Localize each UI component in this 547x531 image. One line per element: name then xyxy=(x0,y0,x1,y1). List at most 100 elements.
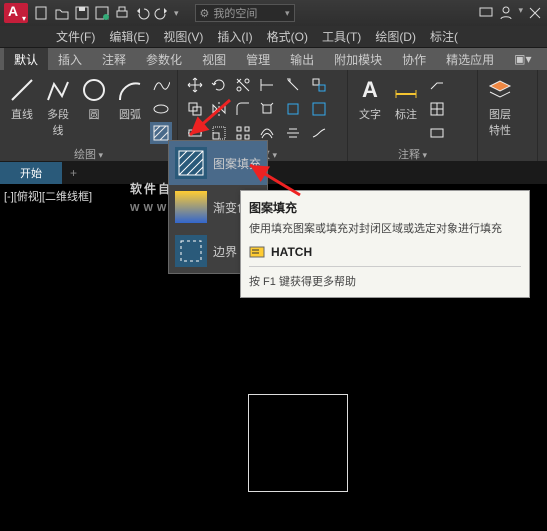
trim-icon[interactable] xyxy=(232,74,254,96)
measure-icon[interactable] xyxy=(308,122,330,144)
tab-default[interactable]: 默认 xyxy=(4,48,48,71)
menu-insert[interactable]: 插入(I) xyxy=(211,26,258,47)
command-icon xyxy=(249,244,265,260)
text-label: 文字 xyxy=(359,106,381,122)
dropdown-hatch[interactable]: 图案填充 xyxy=(169,141,267,185)
menu-dimension[interactable]: 标注( xyxy=(424,26,464,47)
tab-parametric[interactable]: 参数化 xyxy=(136,48,192,71)
tab-view[interactable]: 视图 xyxy=(192,48,236,71)
menu-format[interactable]: 格式(O) xyxy=(261,26,314,47)
ellipse-icon[interactable] xyxy=(150,98,172,120)
tooltip-help: 按 F1 键获得更多帮助 xyxy=(249,273,521,289)
line-button[interactable]: 直线 xyxy=(6,74,38,124)
arc-label: 圆弧 xyxy=(119,106,141,122)
search-box[interactable]: ⚙ 我的空间 ▾ xyxy=(195,4,295,22)
polyline-button[interactable]: 多段线 xyxy=(42,74,74,140)
new-icon[interactable] xyxy=(34,5,50,21)
ribbon-tabs: 默认 插入 注释 参数化 视图 管理 输出 附加模块 协作 精选应用 ▣▾ xyxy=(0,48,547,70)
panel-draw-label[interactable]: 绘图 xyxy=(6,144,171,164)
circle-button[interactable]: 圆 xyxy=(78,74,110,124)
panel-annotation: A 文字 标注 注释 xyxy=(348,70,478,161)
extend-icon[interactable] xyxy=(256,74,278,96)
view-label[interactable]: [-][俯视][二维线框] xyxy=(4,188,92,204)
redo-icon[interactable] xyxy=(154,5,170,21)
panel-layers: 图层 特性 xyxy=(478,70,538,161)
tooltip-command-name: HATCH xyxy=(271,245,312,259)
move-icon[interactable] xyxy=(184,74,206,96)
menu-draw[interactable]: 绘图(D) xyxy=(369,26,422,47)
tab-more-icon[interactable]: ▣▾ xyxy=(504,49,541,69)
leader-icon[interactable] xyxy=(426,74,448,96)
dropdown-boundary-label: 边界 xyxy=(213,243,237,260)
tooltip: 图案填充 使用填充图案或填充对封闭区域或选定对象进行填充 HATCH 按 F1 … xyxy=(240,190,530,298)
panel-draw: 直线 多段线 圆 圆弧 绘图 xyxy=(0,70,178,161)
tab-manage[interactable]: 管理 xyxy=(236,48,280,71)
copy-icon[interactable] xyxy=(184,98,206,120)
tab-addins[interactable]: 附加模块 xyxy=(324,48,392,71)
layers-label: 图层 特性 xyxy=(489,106,511,138)
print-icon[interactable] xyxy=(114,5,130,21)
tab-output[interactable]: 输出 xyxy=(280,48,324,71)
menu-tools[interactable]: 工具(T) xyxy=(316,26,367,47)
modify-grid xyxy=(184,74,278,144)
layer-properties-button[interactable]: 图层 特性 xyxy=(484,74,516,140)
polyline-label: 多段线 xyxy=(44,106,72,138)
text-button[interactable]: A 文字 xyxy=(354,74,386,124)
line-label: 直线 xyxy=(11,106,33,122)
save-icon[interactable] xyxy=(74,5,90,21)
tab-featured[interactable]: 精选应用 xyxy=(436,48,504,71)
document-tabs: 开始 + xyxy=(0,162,547,184)
tab-collaborate[interactable]: 协作 xyxy=(392,48,436,71)
hatch-pattern-icon xyxy=(175,147,207,179)
saveas-icon[interactable] xyxy=(94,5,110,21)
dimension-button[interactable]: 标注 xyxy=(390,74,422,124)
chevron-down-icon: ▾ xyxy=(285,8,290,19)
table-icon[interactable] xyxy=(426,98,448,120)
tooltip-description: 使用填充图案或填充对封闭区域或选定对象进行填充 xyxy=(249,220,521,236)
cloud-icon[interactable] xyxy=(426,122,448,144)
polyline-icon xyxy=(44,76,72,104)
circle-label: 圆 xyxy=(89,106,100,122)
menu-edit[interactable]: 编辑(E) xyxy=(103,26,155,47)
arc-icon xyxy=(116,76,144,104)
signin-icon[interactable] xyxy=(498,5,514,21)
title-bar: ▾ ▾ ⚙ 我的空间 ▾ ▾ xyxy=(0,0,547,26)
app-logo[interactable]: ▾ xyxy=(4,3,28,23)
chevron-down-icon[interactable]: ▾ xyxy=(518,5,523,21)
join-icon[interactable] xyxy=(308,74,330,96)
quick-access-toolbar: ▾ xyxy=(34,5,179,21)
tab-insert[interactable]: 插入 xyxy=(48,48,92,71)
open-icon[interactable] xyxy=(54,5,70,21)
circle-icon xyxy=(80,76,108,104)
erase-icon[interactable] xyxy=(282,74,304,96)
dropdown-hatch-label: 图案填充 xyxy=(213,155,261,172)
menu-file[interactable]: 文件(F) xyxy=(50,26,101,47)
tooltip-command: HATCH xyxy=(249,244,521,260)
start-tab[interactable]: 开始 xyxy=(0,162,62,184)
rotate-icon[interactable] xyxy=(208,74,230,96)
titlebar-right: ▾ xyxy=(478,5,543,21)
explode-icon[interactable] xyxy=(256,98,278,120)
mirror-icon[interactable] xyxy=(208,98,230,120)
boundary-icon xyxy=(175,235,207,267)
line-icon xyxy=(8,76,36,104)
gear-icon: ⚙ xyxy=(200,7,210,20)
drawn-rectangle[interactable] xyxy=(248,394,348,492)
dimension-label: 标注 xyxy=(395,106,417,122)
menu-view[interactable]: 视图(V) xyxy=(157,26,209,47)
align-icon[interactable] xyxy=(282,122,304,144)
undo-icon[interactable] xyxy=(134,5,150,21)
text-icon: A xyxy=(356,76,384,104)
arc-button[interactable]: 圆弧 xyxy=(114,74,146,124)
panel-annotation-label[interactable]: 注释 xyxy=(354,144,471,164)
search-placeholder: 我的空间 xyxy=(213,5,257,21)
fillet-icon[interactable] xyxy=(232,98,254,120)
exchange-icon[interactable] xyxy=(527,5,543,21)
spline-icon[interactable] xyxy=(150,74,172,96)
tab-annotate[interactable]: 注释 xyxy=(92,48,136,71)
break-icon[interactable] xyxy=(308,98,330,120)
new-tab-button[interactable]: + xyxy=(62,163,85,183)
qat-dropdown-icon[interactable]: ▾ xyxy=(174,8,179,19)
chamfer-icon[interactable] xyxy=(282,98,304,120)
screen-icon[interactable] xyxy=(478,5,494,21)
